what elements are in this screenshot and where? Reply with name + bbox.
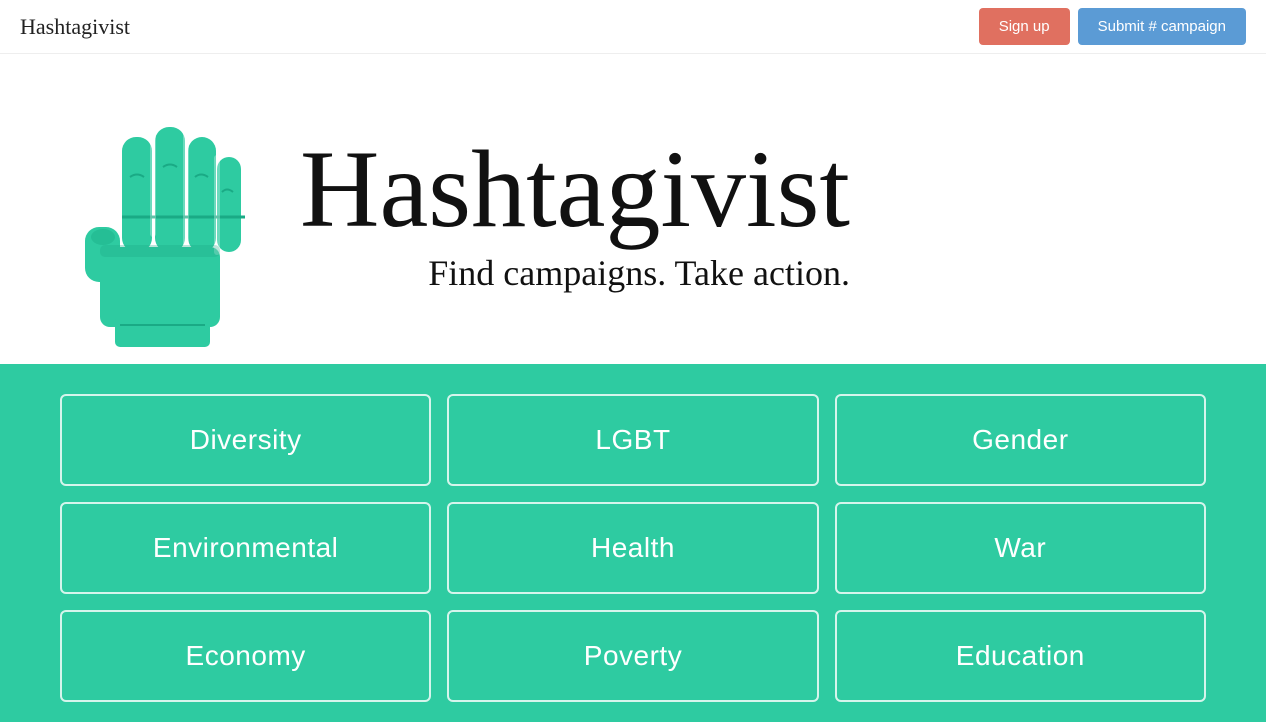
categories-grid: DiversityLGBTGender EnvironmentalHealthWa… [60,394,1206,702]
hero-subtitle: Find campaigns. Take action. [300,252,850,294]
category-button-diversity[interactable]: Diversity [60,394,431,486]
category-button-environmental[interactable]: Environmental [60,502,431,594]
category-button-health[interactable]: Health [447,502,818,594]
signup-button[interactable]: Sign up [979,8,1070,45]
header-logo: Hashtagivist [20,14,130,40]
categories-section: DiversityLGBTGender EnvironmentalHealthWa… [0,364,1266,722]
category-button-economy[interactable]: Economy [60,610,431,702]
header: Hashtagivist Sign up Submit # campaign [0,0,1266,54]
header-buttons: Sign up Submit # campaign [979,8,1246,45]
category-button-lgbt[interactable]: LGBT [447,394,818,486]
category-button-education[interactable]: Education [835,610,1206,702]
submit-campaign-button[interactable]: Submit # campaign [1078,8,1246,45]
category-button-poverty[interactable]: Poverty [447,610,818,702]
category-button-gender[interactable]: Gender [835,394,1206,486]
hero-text: Hashtagivist Find campaigns. Take action… [280,134,850,294]
hero-title: Hashtagivist [300,134,850,244]
category-button-war[interactable]: War [835,502,1206,594]
fist-icon [60,77,280,352]
hero-section: Hashtagivist Find campaigns. Take action… [0,54,1266,364]
